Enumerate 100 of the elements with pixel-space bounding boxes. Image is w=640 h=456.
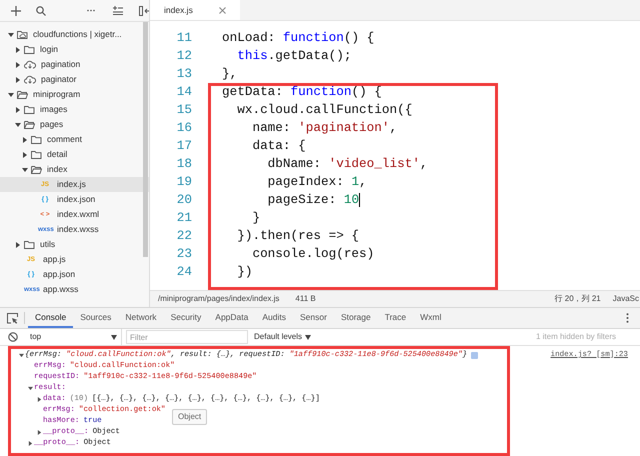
- list-icon[interactable]: [113, 6, 123, 15]
- dropdown-arrow-icon: [111, 334, 117, 340]
- cloud-icon: [24, 75, 36, 84]
- open-folder-icon: [17, 90, 28, 100]
- more-icon[interactable]: [87, 9, 95, 12]
- tree-item[interactable]: paginator: [0, 72, 149, 87]
- collapsed-arrow-icon[interactable]: [15, 76, 21, 82]
- collapsed-arrow-icon[interactable]: [15, 46, 21, 52]
- expanded-arrow-icon[interactable]: [8, 32, 14, 38]
- code-line: pageSize: 10: [266, 191, 360, 210]
- line-number: 11: [176, 29, 192, 48]
- tree-item[interactable]: utils: [0, 237, 149, 252]
- tree-item[interactable]: pages: [0, 117, 149, 132]
- devtools-tab[interactable]: Wxml: [413, 308, 448, 328]
- code-line: }: [251, 209, 260, 228]
- expanded-arrow-icon[interactable]: [28, 386, 33, 391]
- devtools-tab[interactable]: AppData: [208, 308, 256, 328]
- open-folder-icon: [31, 164, 42, 174]
- devtools-tab[interactable]: Storage: [334, 308, 378, 328]
- devtools-tab[interactable]: Sources: [73, 308, 118, 328]
- tree-item[interactable]: comment: [0, 132, 149, 147]
- collapsed-arrow-icon[interactable]: [15, 106, 21, 112]
- folder-icon: [24, 240, 35, 250]
- editor-tab[interactable]: index.js: [150, 0, 240, 20]
- scrollbar[interactable]: [143, 22, 148, 257]
- code-line: console.log(res): [251, 245, 374, 264]
- folder-icon: [31, 150, 42, 160]
- close-icon[interactable]: [219, 6, 226, 14]
- dropdown-arrow-icon: [305, 334, 312, 340]
- add-icon[interactable]: [11, 6, 21, 16]
- code-line: name: 'pagination',: [251, 119, 398, 138]
- collapse-icon[interactable]: [139, 6, 149, 16]
- search-icon[interactable]: [36, 6, 46, 16]
- devtools-tab[interactable]: Network: [118, 308, 164, 328]
- file-size: 411 B: [295, 293, 316, 305]
- expanded-arrow-icon[interactable]: [19, 353, 24, 358]
- info-icon: [471, 352, 478, 359]
- open-folder-icon: [24, 120, 35, 130]
- tree-item[interactable]: miniprogram: [0, 87, 149, 102]
- cursor-position: 行 20，列 21: [554, 293, 601, 305]
- devtools-tab[interactable]: Security: [164, 308, 208, 328]
- devtools-tab[interactable]: Sensor: [293, 308, 334, 328]
- code-line: dbName: 'video_list',: [266, 155, 428, 174]
- text-cursor: [359, 193, 360, 207]
- code-line: }).then(res => {: [236, 227, 360, 246]
- code-line: data: {: [251, 137, 306, 156]
- cloud-folder-icon: [17, 30, 28, 40]
- folder-icon: [24, 104, 35, 114]
- code-line: onLoad: function() {: [222, 29, 374, 48]
- code-line: }): [236, 263, 252, 282]
- inspect-element-icon[interactable]: [7, 312, 18, 324]
- tree-item[interactable]: login: [0, 42, 149, 57]
- tooltip: Object: [172, 409, 208, 425]
- more-icon[interactable]: [626, 313, 629, 323]
- line-number: 21: [176, 209, 192, 228]
- collapsed-arrow-icon[interactable]: [15, 62, 21, 68]
- folder-icon: [31, 134, 42, 144]
- language-mode[interactable]: JavaSc: [612, 293, 639, 305]
- line-number: 12: [176, 47, 192, 66]
- file-path: /miniprogram/pages/index/index.js: [158, 293, 280, 305]
- line-number: 20: [176, 191, 192, 210]
- devtools-tab[interactable]: Audits: [255, 308, 293, 328]
- code-line: wx.cloud.callFunction({: [236, 101, 412, 120]
- line-number: 16: [176, 119, 192, 138]
- collapsed-arrow-icon[interactable]: [37, 397, 42, 402]
- code-line: pageIndex: 1,: [266, 173, 367, 192]
- collapsed-arrow-icon[interactable]: [15, 242, 21, 248]
- line-number: 22: [176, 227, 192, 246]
- code-line: },: [222, 65, 238, 84]
- expanded-arrow-icon[interactable]: [22, 166, 28, 172]
- tree-item[interactable]: detail: [0, 147, 149, 162]
- tree-item[interactable]: images: [0, 102, 149, 117]
- line-number: 24: [176, 263, 192, 282]
- line-number: 18: [176, 155, 192, 174]
- line-number: 19: [176, 173, 192, 192]
- cloud-icon: [24, 60, 36, 69]
- devtools-tab[interactable]: Trace: [378, 308, 414, 328]
- collapsed-arrow-icon[interactable]: [37, 430, 42, 435]
- filter-field[interactable]: Filter: [126, 330, 248, 344]
- tree-item[interactable]: cloudfunctions | xigetr...: [0, 27, 149, 42]
- line-number: 14: [176, 83, 192, 102]
- collapsed-arrow-icon[interactable]: [28, 441, 33, 446]
- line-number: 17: [176, 137, 192, 156]
- collapsed-arrow-icon[interactable]: [22, 152, 28, 158]
- tree-item[interactable]: pagination: [0, 57, 149, 72]
- line-number: 23: [176, 245, 192, 264]
- tree-item[interactable]: index: [0, 162, 149, 177]
- code-line: getData: function() {: [222, 83, 382, 102]
- line-number: 13: [176, 65, 192, 84]
- expanded-arrow-icon[interactable]: [15, 122, 21, 128]
- hidden-items-note: 1 item hidden by filters: [536, 331, 616, 343]
- devtools-tab[interactable]: Console: [28, 308, 74, 328]
- collapsed-arrow-icon[interactable]: [22, 136, 28, 142]
- clear-console-icon[interactable]: [8, 332, 18, 342]
- context-select[interactable]: top: [26, 329, 122, 345]
- expanded-arrow-icon[interactable]: [8, 92, 14, 98]
- folder-icon: [24, 44, 35, 54]
- levels-dropdown[interactable]: Default levels: [254, 331, 312, 343]
- code-line: this.getData();: [236, 47, 352, 66]
- line-number: 15: [176, 101, 192, 120]
